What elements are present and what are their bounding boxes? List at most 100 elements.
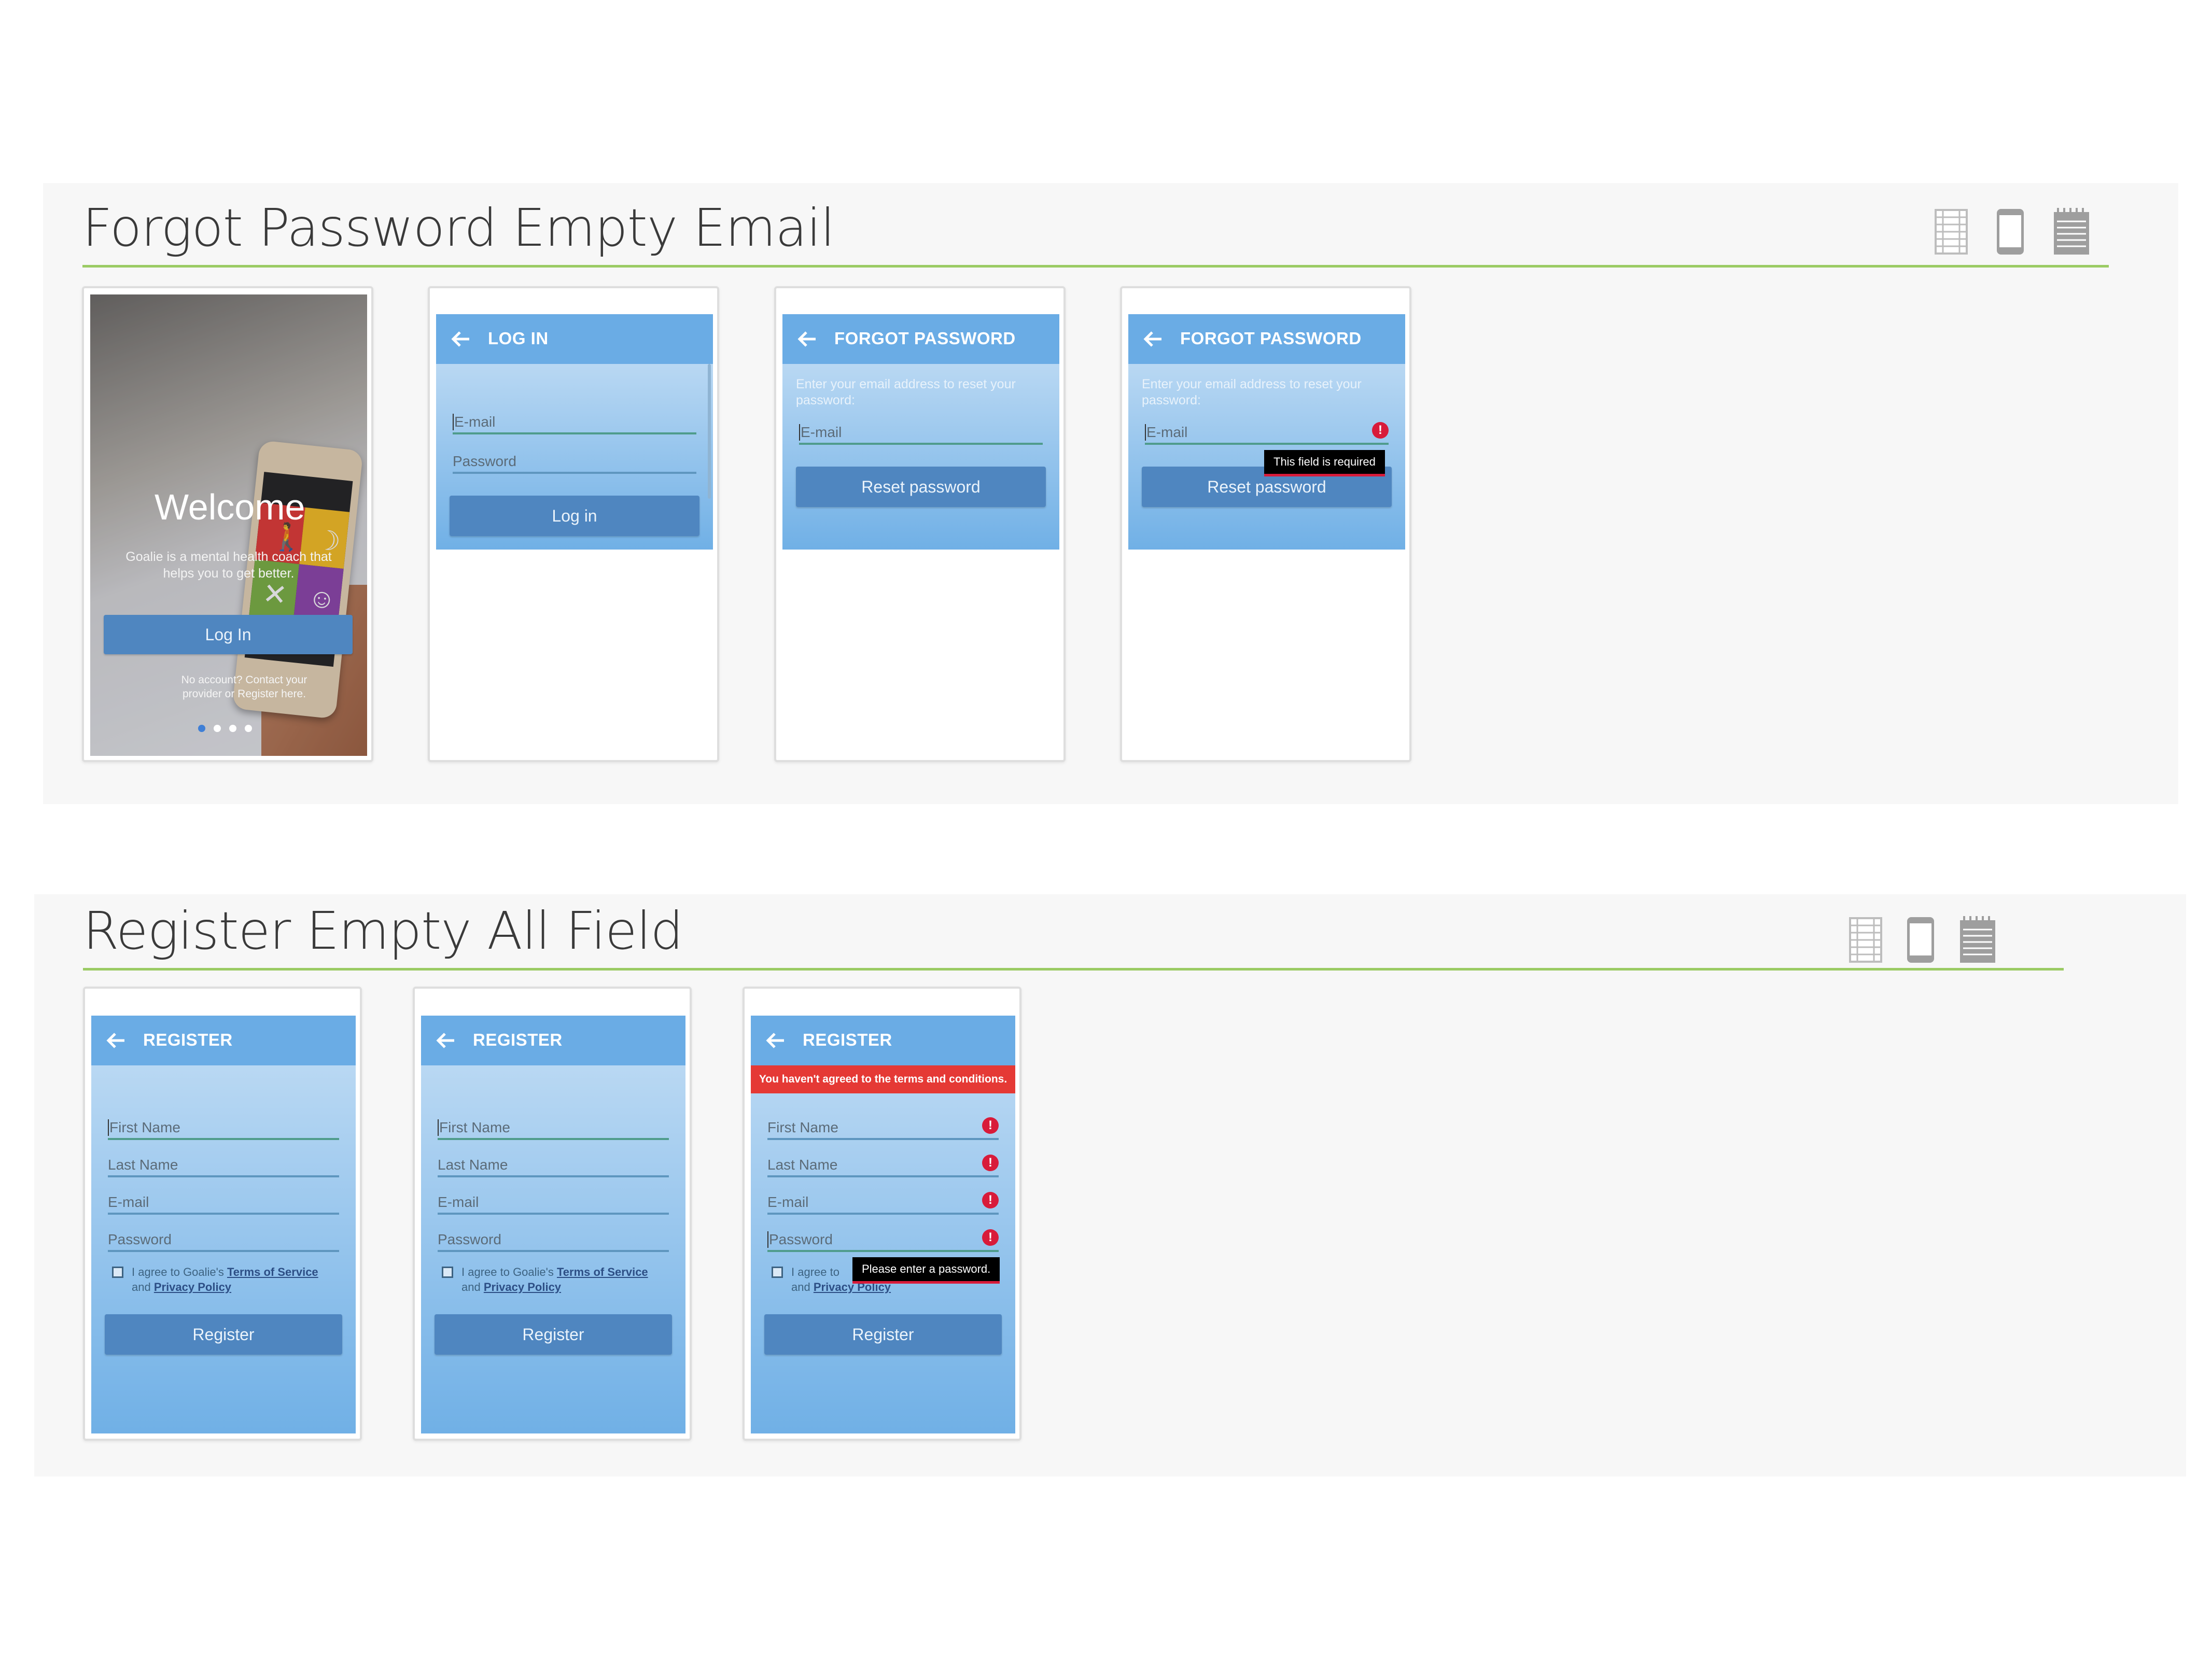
first-name-field[interactable]: First Name xyxy=(438,1114,669,1140)
filmstrip-icon[interactable] xyxy=(1935,209,1968,255)
register-form: First Name! Last Name! E-mail! Password!… xyxy=(751,1065,1015,1433)
email-field[interactable]: E-mail xyxy=(438,1189,669,1215)
instructions-text: Enter your email address to reset your p… xyxy=(1142,377,1362,407)
terms-checkbox[interactable] xyxy=(112,1267,123,1278)
password-field[interactable]: Password xyxy=(453,448,696,474)
filmstrip-icon[interactable] xyxy=(1849,917,1882,963)
screen-card-forgot-password-error: FORGOT PASSWORD Enter your email address… xyxy=(1120,286,1411,762)
carousel-dot[interactable] xyxy=(245,725,252,732)
login-screen: LOG IN E-mail Password Log in xyxy=(436,314,713,750)
screen-card-register-error: REGISTER First Name! Last Name! E-mail! … xyxy=(743,987,1021,1441)
register-form: First Name Last Name E-mail Password I a… xyxy=(91,1065,356,1433)
first-name-field[interactable]: First Name xyxy=(108,1114,339,1140)
error-banner: You haven't agreed to the terms and cond… xyxy=(751,1065,1015,1093)
forgot-form: Enter your email address to reset your p… xyxy=(782,364,1059,550)
last-name-field[interactable]: Last Name xyxy=(438,1151,669,1177)
email-field[interactable]: E-mail xyxy=(799,419,1043,445)
app-bar-title: LOG IN xyxy=(488,329,549,348)
app-bar: FORGOT PASSWORD xyxy=(782,314,1059,364)
error-icon: ! xyxy=(982,1229,999,1246)
privacy-policy-link[interactable]: Privacy Policy xyxy=(154,1281,231,1294)
screen-card-welcome: 🚶 ☽ ✕ ☺ Welcome Goalie is a mental healt… xyxy=(82,286,373,762)
terms-checkbox[interactable] xyxy=(772,1267,783,1278)
login-form: E-mail Password Log in xyxy=(436,364,713,550)
last-name-field[interactable]: Last Name! xyxy=(767,1151,999,1177)
register-screen: REGISTER First Name Last Name E-mail Pas… xyxy=(91,1016,356,1433)
reset-password-button[interactable]: Reset password xyxy=(796,467,1046,507)
notepad-icon[interactable] xyxy=(2053,208,2090,256)
privacy-policy-link[interactable]: Privacy Policy xyxy=(484,1281,561,1294)
screen-card-forgot-password: FORGOT PASSWORD Enter your email address… xyxy=(774,286,1066,762)
section-divider xyxy=(82,265,2109,268)
register-link[interactable]: provider or Register here. xyxy=(152,687,336,701)
register-button[interactable]: Register xyxy=(435,1314,672,1355)
error-tooltip: This field is required xyxy=(1264,450,1385,476)
section-divider xyxy=(83,968,2064,971)
error-icon: ! xyxy=(982,1155,999,1171)
email-field[interactable]: E-mail xyxy=(108,1189,339,1215)
back-arrow-icon[interactable] xyxy=(435,1028,457,1053)
app-bar: REGISTER xyxy=(91,1016,356,1065)
app-bar-title: FORGOT PASSWORD xyxy=(1180,329,1362,348)
login-button[interactable]: Log In xyxy=(104,615,353,654)
screen-card-register: REGISTER First Name Last Name E-mail Pas… xyxy=(413,987,692,1441)
back-arrow-icon[interactable] xyxy=(105,1028,128,1053)
email-field[interactable]: E-mail! xyxy=(767,1189,999,1215)
app-bar-title: REGISTER xyxy=(803,1030,892,1049)
error-icon: ! xyxy=(982,1117,999,1134)
password-field[interactable]: Password! xyxy=(767,1226,999,1252)
email-field[interactable]: E-mail xyxy=(453,409,696,434)
app-bar: FORGOT PASSWORD xyxy=(1128,314,1405,364)
section-forgot-password: Forgot Password Empty Email 🚶 ☽ ✕ ☺ Welc… xyxy=(43,183,2178,804)
carousel-dot[interactable] xyxy=(229,725,236,732)
register-form: First Name Last Name E-mail Password I a… xyxy=(421,1065,685,1433)
welcome-tagline: Goalie is a mental health coach that hel… xyxy=(125,550,332,581)
section-title: Register Empty All Field xyxy=(83,901,683,961)
last-name-field[interactable]: Last Name xyxy=(108,1151,339,1177)
back-arrow-icon[interactable] xyxy=(796,327,819,352)
terms-checkbox[interactable] xyxy=(442,1267,453,1278)
scrollbar[interactable] xyxy=(708,364,711,499)
terms-agreement: I agree to Goalie's Terms of Service and … xyxy=(108,1264,345,1298)
forgot-password-screen: FORGOT PASSWORD Enter your email address… xyxy=(782,314,1059,750)
section-title: Forgot Password Empty Email xyxy=(82,198,835,258)
app-bar-title: REGISTER xyxy=(143,1030,233,1049)
instructions-text: Enter your email address to reset your p… xyxy=(796,377,1016,407)
login-submit-button[interactable]: Log in xyxy=(450,496,699,536)
email-field[interactable]: E-mail! xyxy=(1145,419,1389,445)
register-button[interactable]: Register xyxy=(764,1314,1002,1355)
error-tooltip: Please enter a password. xyxy=(852,1257,1000,1284)
welcome-footer: No account? Contact your provider or Reg… xyxy=(152,673,336,701)
terms-of-service-link[interactable]: Terms of Service xyxy=(557,1266,648,1278)
carousel-dots xyxy=(198,724,271,734)
phone-icon[interactable] xyxy=(1906,916,1935,964)
terms-agreement: I agree to Goalie's Terms of Service and … xyxy=(438,1264,675,1298)
app-bar: LOG IN xyxy=(436,314,713,364)
screen-card-login: LOG IN E-mail Password Log in xyxy=(428,286,719,762)
forgot-password-error-screen: FORGOT PASSWORD Enter your email address… xyxy=(1128,314,1405,750)
carousel-dot-active[interactable] xyxy=(198,725,205,732)
app-bar: REGISTER xyxy=(751,1016,1015,1065)
app-bar-title: FORGOT PASSWORD xyxy=(834,329,1016,348)
first-name-field[interactable]: First Name! xyxy=(767,1114,999,1140)
back-arrow-icon[interactable] xyxy=(450,327,472,352)
app-bar: REGISTER xyxy=(421,1016,685,1065)
register-screen: REGISTER First Name Last Name E-mail Pas… xyxy=(421,1016,685,1433)
back-arrow-icon[interactable] xyxy=(764,1028,787,1053)
password-field[interactable]: Password xyxy=(438,1226,669,1252)
forgot-form: Enter your email address to reset your p… xyxy=(1128,364,1405,550)
welcome-heading: Welcome xyxy=(155,487,305,527)
password-field[interactable]: Password xyxy=(108,1226,339,1252)
register-button[interactable]: Register xyxy=(105,1314,342,1355)
phone-icon[interactable] xyxy=(1996,208,2025,256)
back-arrow-icon[interactable] xyxy=(1142,327,1165,352)
app-bar-title: REGISTER xyxy=(473,1030,563,1049)
carousel-dot[interactable] xyxy=(214,725,221,732)
register-error-screen: REGISTER First Name! Last Name! E-mail! … xyxy=(751,1016,1015,1433)
notepad-icon[interactable] xyxy=(1959,916,1996,964)
section-register: Register Empty All Field REGISTER First … xyxy=(34,894,2186,1477)
error-icon: ! xyxy=(982,1192,999,1208)
terms-of-service-link[interactable]: Terms of Service xyxy=(227,1266,318,1278)
error-icon: ! xyxy=(1372,422,1389,439)
screen-card-register: REGISTER First Name Last Name E-mail Pas… xyxy=(83,987,362,1441)
